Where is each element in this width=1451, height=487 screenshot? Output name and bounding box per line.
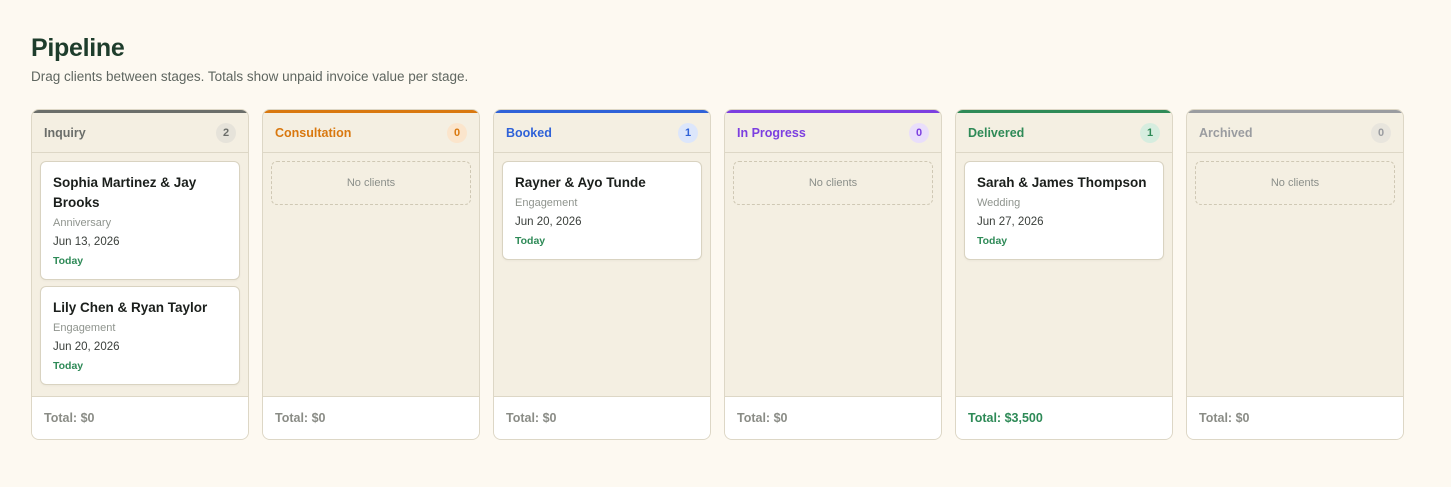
stage-drop-zone[interactable]: Sophia Martinez & Jay Brooks Anniversary… (32, 153, 248, 396)
event-type: Engagement (53, 322, 116, 334)
page-subtitle: Drag clients between stages. Totals show… (31, 69, 469, 84)
event-type: Anniversary (53, 217, 112, 229)
stage-total: Total: $0 (263, 396, 479, 439)
pipeline-board: Inquiry 2 Sophia Martinez & Jay Brooks A… (31, 109, 1420, 440)
stage-count-badge: 1 (678, 122, 698, 143)
client-card[interactable]: Rayner & Ayo Tunde Engagement Jun 20, 20… (502, 161, 702, 260)
stage-total: Total: $0 (32, 396, 248, 439)
stage-total: Total: $3,500 (956, 396, 1172, 439)
stage-header: Delivered 1 (956, 110, 1172, 153)
client-name: Lily Chen & Ryan Taylor (53, 300, 208, 315)
stage-total: Total: $0 (1187, 396, 1403, 439)
stage-count-badge: 2 (216, 122, 236, 143)
event-type: Wedding (977, 197, 1021, 209)
stage-total: Total: $0 (725, 396, 941, 439)
stage-column-consultation[interactable]: Consultation 0 No clients Total: $0 (262, 109, 480, 440)
empty-placeholder: No clients (271, 161, 471, 205)
stage-count-badge: 0 (1371, 122, 1391, 143)
pipeline-page: Pipeline Drag clients between stages. To… (0, 0, 1451, 440)
stage-drop-zone[interactable]: Sarah & James Thompson Wedding Jun 27, 2… (956, 153, 1172, 396)
event-date: Jun 13, 2026 (53, 236, 120, 248)
empty-placeholder: No clients (733, 161, 933, 205)
event-date: Jun 20, 2026 (53, 341, 120, 353)
client-name: Rayner & Ayo Tunde (515, 175, 646, 190)
stage-drop-zone[interactable]: No clients (1187, 153, 1403, 396)
stage-total: Total: $0 (494, 396, 710, 439)
stage-count-badge: 0 (447, 122, 467, 143)
client-card[interactable]: Sarah & James Thompson Wedding Jun 27, 2… (964, 161, 1164, 260)
stage-header: Inquiry 2 (32, 110, 248, 153)
stage-header: Booked 1 (494, 110, 710, 153)
stage-column-archived[interactable]: Archived 0 No clients Total: $0 (1186, 109, 1404, 440)
page-title: Pipeline (31, 34, 125, 62)
stage-drop-zone[interactable]: No clients (725, 153, 941, 396)
client-name: Sarah & James Thompson (977, 175, 1147, 190)
event-date: Jun 20, 2026 (515, 216, 582, 228)
client-card[interactable]: Lily Chen & Ryan Taylor Engagement Jun 2… (40, 286, 240, 385)
today-flag: Today (53, 360, 84, 372)
stage-title: Inquiry (44, 125, 86, 140)
stage-title: Delivered (968, 125, 1025, 140)
stage-column-inquiry[interactable]: Inquiry 2 Sophia Martinez & Jay Brooks A… (31, 109, 249, 440)
client-name: Sophia Martinez & Jay Brooks (53, 175, 197, 210)
stage-drop-zone[interactable]: No clients (263, 153, 479, 396)
stage-count-badge: 0 (909, 122, 929, 143)
today-flag: Today (515, 235, 546, 247)
stage-title: Booked (506, 125, 552, 140)
stage-drop-zone[interactable]: Rayner & Ayo Tunde Engagement Jun 20, 20… (494, 153, 710, 396)
stage-column-in-progress[interactable]: In Progress 0 No clients Total: $0 (724, 109, 942, 440)
event-type: Engagement (515, 197, 578, 209)
stage-column-booked[interactable]: Booked 1 Rayner & Ayo Tunde Engagement J… (493, 109, 711, 440)
stage-title: Archived (1199, 125, 1253, 140)
today-flag: Today (53, 255, 84, 267)
stage-column-delivered[interactable]: Delivered 1 Sarah & James Thompson Weddi… (955, 109, 1173, 440)
stage-header: Archived 0 (1187, 110, 1403, 153)
client-card[interactable]: Sophia Martinez & Jay Brooks Anniversary… (40, 161, 240, 280)
today-flag: Today (977, 235, 1008, 247)
event-date: Jun 27, 2026 (977, 216, 1044, 228)
stage-title: Consultation (275, 125, 352, 140)
stage-header: Consultation 0 (263, 110, 479, 153)
stage-title: In Progress (737, 125, 806, 140)
stage-count-badge: 1 (1140, 122, 1160, 143)
stage-header: In Progress 0 (725, 110, 941, 153)
empty-placeholder: No clients (1195, 161, 1395, 205)
